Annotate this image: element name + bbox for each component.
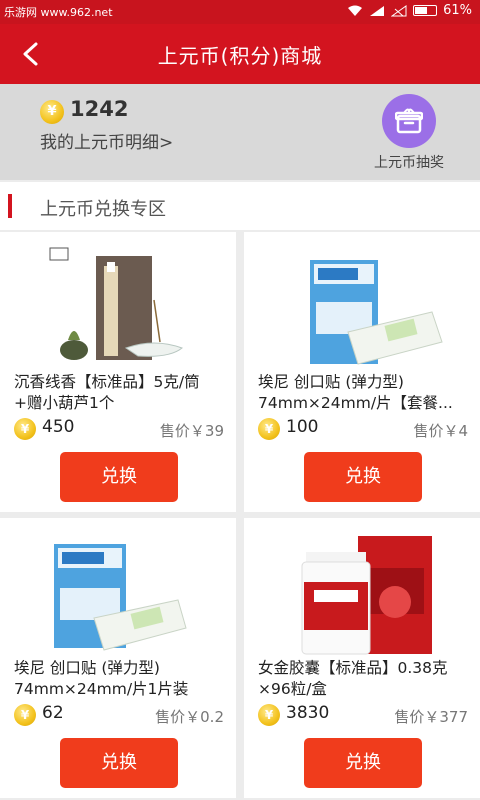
coin-icon: ¥ xyxy=(40,100,64,124)
lottery-button[interactable]: 上元币抽奖 xyxy=(364,94,454,172)
points-detail-link[interactable]: 我的上元币明细> xyxy=(40,128,173,153)
product-card[interactable]: 沉香线香【标准品】5克/筒+赠小葫芦1个 ¥ 450 售价￥39 兑换 xyxy=(0,232,236,512)
redeem-button[interactable]: 兑换 xyxy=(60,738,178,788)
page-title: 上元币(积分)商城 xyxy=(157,44,323,68)
coin-icon: ¥ xyxy=(258,418,280,440)
product-price: 售价￥4 xyxy=(413,422,468,440)
points-balance: 1242 xyxy=(70,97,129,121)
battery-icon xyxy=(413,5,438,16)
capsule-box-image xyxy=(301,536,432,655)
product-name: 埃尼 创口贴 (弹力型) 74mm×24mm/片1片装 xyxy=(14,659,189,698)
product-price: 售价￥39 xyxy=(159,422,224,440)
product-card[interactable]: 女金胶囊【标准品】0.38克×96粒/盒 ¥ 3830 售价￥377 兑换 xyxy=(244,518,480,798)
product-price: 售价￥377 xyxy=(394,708,468,726)
product-card[interactable]: 埃尼 创口贴 (弹力型) 74mm×24mm/片【套餐... ¥ 100 售价￥… xyxy=(244,232,480,512)
product-name: 埃尼 创口贴 (弹力型) 74mm×24mm/片【套餐... xyxy=(258,373,453,412)
wifi-icon xyxy=(348,5,363,16)
no-sim-icon xyxy=(391,4,407,16)
product-cost: 450 xyxy=(42,417,75,437)
watermark-text: 乐游网 www.962.net xyxy=(4,6,113,19)
bandage-box-image xyxy=(310,260,443,365)
bandage-box-image xyxy=(54,544,187,651)
product-name: 女金胶囊【标准品】0.38克×96粒/盒 xyxy=(258,659,448,698)
battery-text: 61% xyxy=(443,3,472,18)
signal-icon xyxy=(370,5,385,16)
gift-icon xyxy=(382,94,436,148)
coin-icon: ¥ xyxy=(14,418,36,440)
section-header: 上元币兑换专区 xyxy=(0,182,480,230)
redeem-button[interactable]: 兑换 xyxy=(304,738,422,788)
status-bar: 乐游网 www.962.net 61% xyxy=(0,0,480,24)
coin-icon: ¥ xyxy=(258,704,280,726)
header-bar: 上元币(积分)商城 xyxy=(0,24,480,84)
product-cost: 3830 xyxy=(286,703,330,723)
product-name: 沉香线香【标准品】5克/筒+赠小葫芦1个 xyxy=(14,373,200,412)
section-title: 上元币兑换专区 xyxy=(40,199,166,220)
redeem-button[interactable]: 兑换 xyxy=(304,452,422,502)
lottery-label: 上元币抽奖 xyxy=(374,155,444,171)
product-card[interactable]: 埃尼 创口贴 (弹力型) 74mm×24mm/片1片装 ¥ 62 售价￥0.2 … xyxy=(0,518,236,798)
redeem-button[interactable]: 兑换 xyxy=(60,452,178,502)
product-price: 售价￥0.2 xyxy=(155,708,224,726)
product-cost: 62 xyxy=(42,703,64,723)
incense-image xyxy=(49,247,183,360)
product-cost: 100 xyxy=(286,417,319,437)
coin-icon: ¥ xyxy=(14,704,36,726)
section-accent-bar xyxy=(8,194,12,218)
points-panel: ¥ 1242 我的上元币明细> 上元币抽奖 xyxy=(0,84,480,180)
